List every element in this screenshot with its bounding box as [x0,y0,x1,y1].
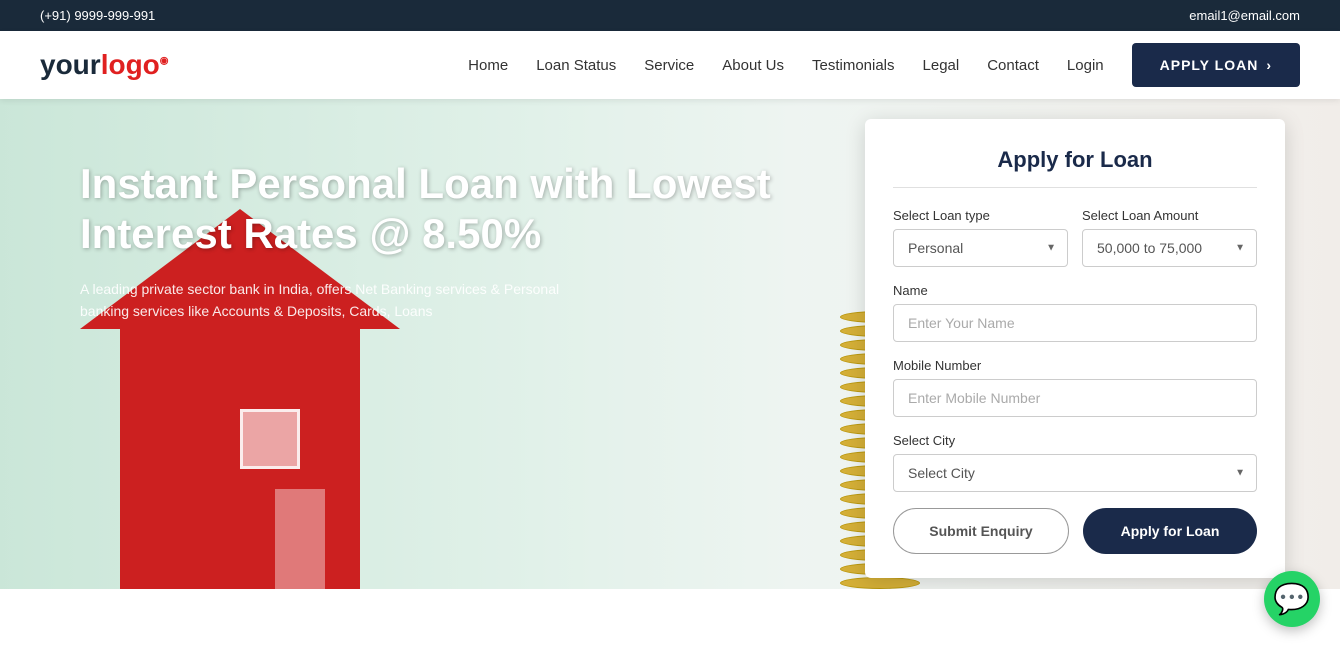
main-nav: Home Loan Status Service About Us Testim… [468,43,1300,87]
house-body [120,329,360,589]
nav-about-us[interactable]: About Us [722,57,784,74]
hero-section: Instant Personal Loan with Lowest Intere… [0,99,1340,589]
house-door [275,489,325,589]
loan-type-select[interactable]: Personal Home Business Education Vehicle [893,229,1068,267]
mobile-label: Mobile Number [893,358,1257,373]
loan-form-title: Apply for Loan [893,147,1257,188]
header: yourlogo◉ Home Loan Status Service About… [0,31,1340,99]
loan-form-card: Apply for Loan Select Loan type Personal… [865,119,1285,578]
nav-login[interactable]: Login [1067,57,1104,74]
logo: yourlogo◉ [40,49,169,81]
logo-logo: logo [101,49,160,80]
phone-number: (+91) 9999-999-991 [40,8,155,23]
apply-for-loan-button[interactable]: Apply for Loan [1083,508,1257,554]
hero-text: Instant Personal Loan with Lowest Intere… [80,159,771,323]
whatsapp-icon: 💬 [1273,582,1310,617]
nav-service[interactable]: Service [644,57,694,74]
loan-amount-select[interactable]: 50,000 to 75,000 75,000 to 1,00,000 1,00… [1082,229,1257,267]
loan-amount-group: Select Loan Amount 50,000 to 75,000 75,0… [1082,208,1257,267]
arrow-icon: › [1266,57,1272,73]
loan-type-label: Select Loan type [893,208,1068,223]
nav-testimonials[interactable]: Testimonials [812,57,895,74]
name-label: Name [893,283,1257,298]
logo-text: yourlogo◉ [40,49,169,81]
whatsapp-button[interactable]: 💬 [1264,571,1320,627]
loan-type-select-wrapper: Personal Home Business Education Vehicle [893,229,1068,267]
nav-contact[interactable]: Contact [987,57,1039,74]
city-select[interactable]: Select City Mumbai Delhi Bangalore Chenn… [893,454,1257,492]
form-actions: Submit Enquiry Apply for Loan [893,508,1257,554]
email-address: email1@email.com [1189,8,1300,23]
mobile-group: Mobile Number [893,358,1257,417]
name-group: Name [893,283,1257,342]
hero-description: A leading private sector bank in India, … [80,278,580,323]
name-input[interactable] [893,304,1257,342]
coin [840,577,920,589]
hero-headline: Instant Personal Loan with Lowest Intere… [80,159,771,260]
loan-type-group: Select Loan type Personal Home Business … [893,208,1068,267]
loan-amount-select-wrapper: 50,000 to 75,000 75,000 to 1,00,000 1,00… [1082,229,1257,267]
nav-home[interactable]: Home [468,57,508,74]
loan-amount-label: Select Loan Amount [1082,208,1257,223]
nav-loan-status[interactable]: Loan Status [536,57,616,74]
city-group: Select City Select City Mumbai Delhi Ban… [893,433,1257,492]
logo-your: your [40,49,101,80]
loan-type-amount-row: Select Loan type Personal Home Business … [893,208,1257,267]
nav-legal[interactable]: Legal [923,57,960,74]
city-label: Select City [893,433,1257,448]
mobile-input[interactable] [893,379,1257,417]
city-select-wrapper: Select City Mumbai Delhi Bangalore Chenn… [893,454,1257,492]
apply-loan-nav-button[interactable]: APPLY LOAN › [1132,43,1300,87]
house-window [240,409,300,469]
submit-enquiry-button[interactable]: Submit Enquiry [893,508,1069,554]
top-bar: (+91) 9999-999-991 email1@email.com [0,0,1340,31]
